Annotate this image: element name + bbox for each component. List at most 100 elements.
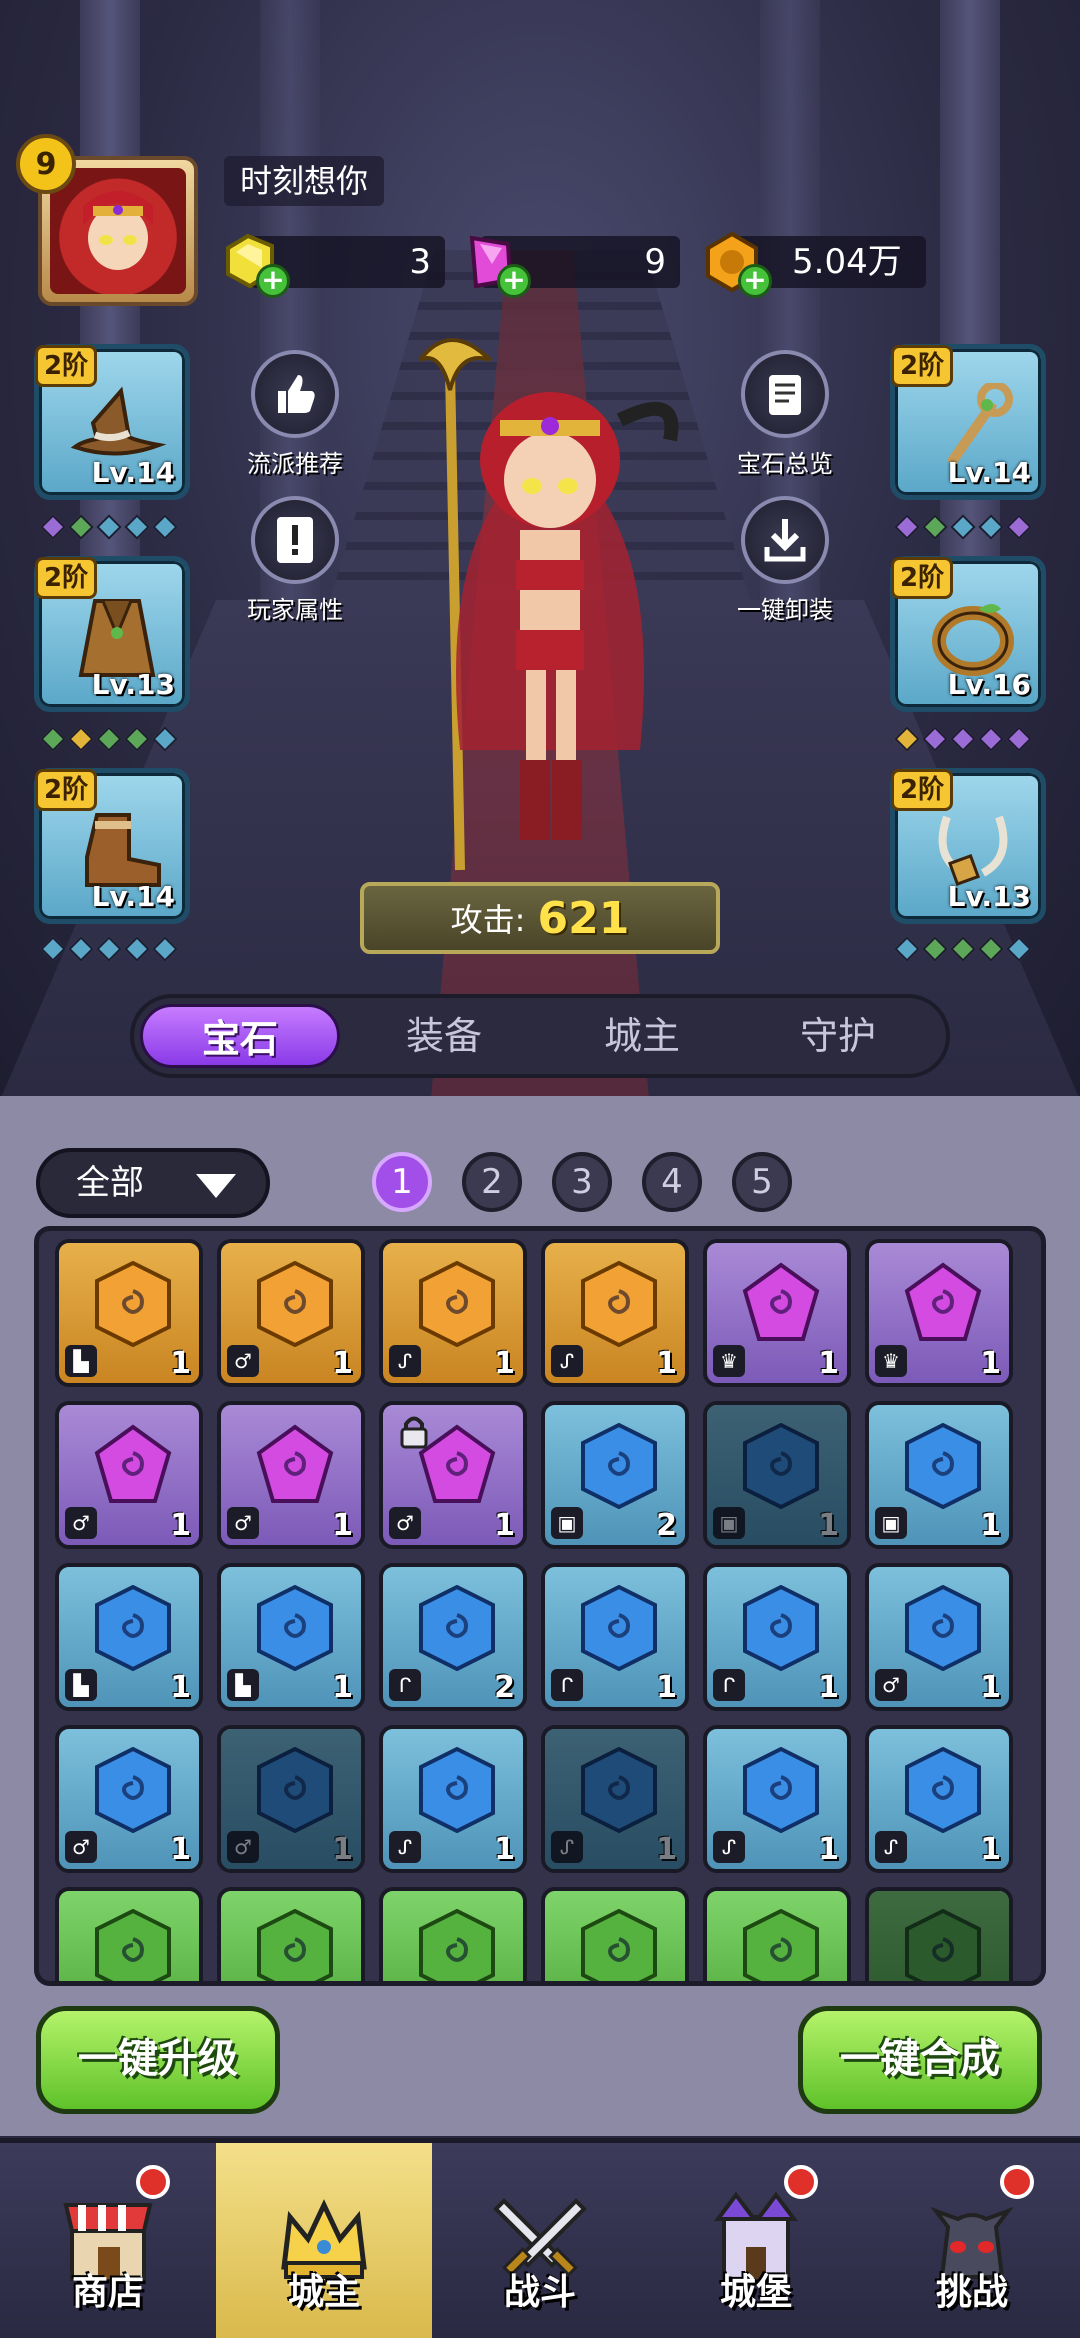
gem-icon	[743, 1747, 819, 1833]
equip-slot-cloak[interactable]: 2阶 Lv.13	[34, 556, 190, 712]
equip-slot-staff[interactable]: 2阶 Lv.14	[890, 344, 1046, 500]
nav-challenge[interactable]: 挑战	[864, 2143, 1080, 2338]
nav-shop[interactable]: 商店	[0, 2143, 216, 2338]
gem-count: 1	[332, 1346, 353, 1381]
gem-slot[interactable]: ▣ 2	[541, 1401, 689, 1549]
ring-slot-icon: ♂	[227, 1831, 259, 1863]
gem-slot[interactable]: ▣ 1	[703, 1401, 851, 1549]
gem-slot[interactable]: ♂ 1	[217, 1725, 365, 1873]
nav-battle[interactable]: 战斗	[432, 2143, 648, 2338]
gem-slot[interactable]	[541, 1887, 689, 1981]
gem-slot[interactable]: ♛ 1	[703, 1239, 851, 1387]
gem-slot[interactable]	[217, 1887, 365, 1981]
gem-grid: ▙ 1 ♂ 1 ᔑ 1 ᔑ 1 ♛ 1 ♛ 1 ♂ 1 ♂ 1 ♂ 1 ▣ 2 ▣ 1 ▣ 1 ▙ 1 ▙ 1 ᒋ 2 ᒋ 1 ᒋ 1 ♂ 1 ♂ 1 ♂ 1…	[34, 1226, 1046, 1986]
nav-lord[interactable]: 城主	[216, 2143, 432, 2338]
download-icon	[741, 496, 829, 584]
boot-slot-icon: ▙	[227, 1669, 259, 1701]
equip-slot-boots[interactable]: 2阶 Lv.14	[34, 768, 190, 924]
boot-slot-icon: ▙	[65, 1345, 97, 1377]
tier-badge: 2阶	[891, 557, 954, 599]
gem-slot[interactable]: ᒋ1	[541, 1563, 689, 1711]
cloak-icon	[78, 599, 156, 677]
wizard-hat-icon	[70, 386, 167, 456]
neck-slot-icon: ᔑ	[551, 1831, 583, 1863]
gem-slot[interactable]: ᔑ1	[541, 1725, 689, 1873]
gem-overview-button[interactable]: 宝石总览	[720, 350, 850, 479]
gem-slot[interactable]	[379, 1887, 527, 1981]
gem-slot[interactable]: ᔑ1	[379, 1725, 527, 1873]
gem-slot[interactable]	[55, 1887, 203, 1981]
gem-icon	[95, 1909, 171, 1981]
page-4-button[interactable]: 4	[642, 1152, 702, 1212]
player-attributes-button[interactable]: 玩家属性	[230, 496, 360, 625]
staff-slot-icon: ᒋ	[551, 1669, 583, 1701]
nav-battle-label: 战斗	[503, 2272, 576, 2313]
unequip-all-button[interactable]: 一键卸装	[720, 496, 850, 625]
gem-icon	[257, 1909, 333, 1981]
gem-icon	[95, 1261, 171, 1347]
gem-slot[interactable]: ♂ 1	[55, 1725, 203, 1873]
gem-slot[interactable]: ᔑ1	[865, 1725, 1013, 1873]
add-pink-crystal-button[interactable]: +	[497, 264, 531, 298]
attack-value: 621	[537, 892, 630, 944]
equip-level: Lv.13	[947, 880, 1031, 913]
gem-icon	[581, 1747, 657, 1833]
gem-slot[interactable]	[703, 1887, 851, 1981]
bottom-nav: 商店 城主 战斗 城堡 挑战	[0, 2138, 1080, 2338]
upgrade-all-button[interactable]: 一键升级	[36, 2006, 280, 2114]
equip-slot-necklace[interactable]: 2阶 Lv.13	[890, 768, 1046, 924]
socket-gems	[40, 936, 178, 962]
gem-count: 1	[980, 1346, 1001, 1381]
gem-slot[interactable]: ♂ 1	[379, 1401, 527, 1549]
equip-slot-hat[interactable]: 2阶 Lv.14	[34, 344, 190, 500]
gem-slot[interactable]: ♛ 1	[865, 1239, 1013, 1387]
ring-slot-icon: ♂	[227, 1345, 259, 1377]
gem-slot[interactable]	[865, 1887, 1013, 1981]
equip-slot-ring[interactable]: 2阶 Lv.16	[890, 556, 1046, 712]
gem-count: 1	[170, 1670, 191, 1705]
nav-castle[interactable]: 城堡	[648, 2143, 864, 2338]
add-coin-button[interactable]: +	[738, 264, 772, 298]
gem-count: 1	[980, 1670, 1001, 1705]
merge-all-button[interactable]: 一键合成	[798, 2006, 1042, 2114]
nav-castle-label: 城堡	[719, 2272, 792, 2313]
gem-icon	[743, 1423, 819, 1509]
gem-slot[interactable]: ᔑ1	[541, 1239, 689, 1387]
gem-slot[interactable]: ▙ 1	[217, 1563, 365, 1711]
tab-equipment[interactable]: 装备	[344, 1004, 544, 1068]
page-2-button[interactable]: 2	[462, 1152, 522, 1212]
equip-level: Lv.14	[91, 880, 175, 913]
gem-slot[interactable]: ▙ 1	[55, 1563, 203, 1711]
gem-icon	[94, 1424, 172, 1503]
tab-gems[interactable]: 宝石	[140, 1004, 340, 1068]
add-gold-crystal-button[interactable]: +	[256, 264, 290, 298]
gem-icon	[419, 1747, 495, 1833]
tab-guardian[interactable]: 守护	[738, 1004, 938, 1068]
ring-slot-icon: ♂	[65, 1507, 97, 1539]
gem-slot[interactable]: ᔑ1	[379, 1239, 527, 1387]
gem-slot[interactable]: ♂ 1	[217, 1401, 365, 1549]
filter-dropdown[interactable]: 全部	[36, 1148, 270, 1218]
gem-icon	[419, 1261, 495, 1347]
gem-slot[interactable]: ▣ 1	[865, 1401, 1013, 1549]
socket-gems	[894, 726, 1032, 752]
gem-slot[interactable]: ᒋ2	[379, 1563, 527, 1711]
page-3-button[interactable]: 3	[552, 1152, 612, 1212]
build-recommend-button[interactable]: 流派推荐	[230, 350, 360, 479]
gem-slot[interactable]: ♂ 1	[865, 1563, 1013, 1711]
tab-lord[interactable]: 城主	[542, 1004, 742, 1068]
gem-slot[interactable]: ᔑ1	[703, 1725, 851, 1873]
gem-slot[interactable]: ♂ 1	[217, 1239, 365, 1387]
shirt-slot-icon: ▣	[875, 1507, 907, 1539]
page-5-button[interactable]: 5	[732, 1152, 792, 1212]
gem-slot[interactable]: ᒋ1	[703, 1563, 851, 1711]
player-name: 时刻想你	[224, 156, 385, 206]
gem-icon	[419, 1585, 495, 1671]
notification-dot	[136, 2165, 170, 2199]
attack-label: 攻击:	[450, 901, 526, 939]
gem-slot[interactable]: ♂ 1	[55, 1401, 203, 1549]
gem-slot[interactable]: ▙ 1	[55, 1239, 203, 1387]
page-1-button[interactable]: 1	[372, 1152, 432, 1212]
ring-slot-icon: ♂	[875, 1669, 907, 1701]
socket-gems	[894, 514, 1032, 540]
